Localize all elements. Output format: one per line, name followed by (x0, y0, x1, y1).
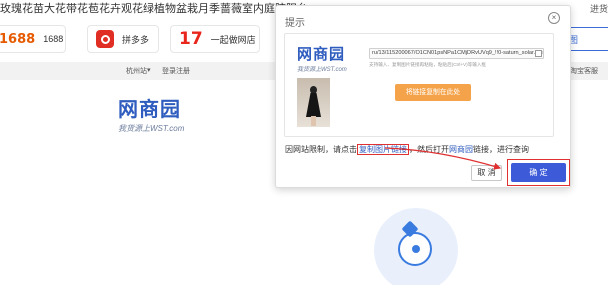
logo-1688: 1688 (0, 31, 36, 47)
url-value: ru/13/115200067/O1CN01psNPa1CMjDRvUVq9_!… (372, 50, 543, 56)
mascot-face (398, 232, 432, 266)
platform-17zwd[interactable]: 17 一起做网店 (170, 25, 260, 53)
panel-logo-tagline: 我货源上WST.com (297, 67, 347, 73)
copy-icon[interactable] (535, 50, 542, 57)
tip-dialog: 提示 × 网商园 我货源上WST.com ru/13/115200067/O1C… (275, 5, 571, 188)
mascot-eye (412, 245, 420, 253)
cancel-button[interactable]: 取 消 (471, 165, 502, 181)
hint-text: 支持输入、复制图片链接再粘贴，粘贴后(Ctrl+V)等输入框 (369, 62, 487, 67)
logo-tagline: 我货源上WST.com (118, 124, 185, 133)
page: 玫瑰花苗大花带花苞花卉观花绿植物盆栽月季蔷薇室内庭院阳台 进货 1688 168… (0, 0, 608, 285)
close-icon[interactable]: × (548, 12, 560, 24)
register-link[interactable]: 注册 (176, 66, 190, 76)
customer-service-link[interactable]: 淘宝客服 (570, 66, 598, 76)
platform-pinduoduo[interactable]: 拼多多 (87, 25, 159, 53)
wst-site-link[interactable]: 网商园 (449, 145, 473, 154)
right-tab[interactable]: 图 (565, 27, 608, 51)
paste-link-box[interactable]: 将链接复制在此处 (395, 84, 471, 101)
dialog-title: 提示 (285, 18, 305, 29)
platform-label: 一起做网店 (210, 34, 256, 45)
login-link[interactable]: 登录 (162, 66, 176, 76)
platform-label: 拼多多 (122, 34, 150, 45)
confirm-button[interactable]: 确 定 (511, 163, 566, 182)
instruction-text: 因网站限制，请点击 复制图片链接 ，然后打开网商园链接，进行查询 (285, 144, 529, 155)
image-url-field[interactable]: ru/13/115200067/O1CN01psNPa1CMjDRvUVq9_!… (369, 48, 544, 59)
product-thumbnail (297, 78, 330, 127)
instruction-suffix: 链接，进行查询 (473, 145, 529, 154)
city-selector[interactable]: 杭州站 (126, 66, 147, 76)
platform-1688[interactable]: 1688 1688 (0, 25, 66, 53)
confirm-highlight: 确 定 (507, 159, 570, 186)
panel-logo: 网商园 我货源上WST.com (297, 43, 347, 73)
top-right-tab[interactable]: 进货 (590, 2, 608, 15)
platform-label: 1688 (43, 34, 64, 44)
site-logo[interactable]: 网商园 我货源上WST.com (118, 93, 184, 134)
mascot-illustration (374, 208, 458, 285)
instruction-panel: 网商园 我货源上WST.com ru/13/115200067/O1CN01ps… (284, 33, 554, 137)
pinduoduo-icon (96, 30, 114, 48)
instruction-prefix: 因网站限制，请点击 (285, 145, 357, 154)
instruction-mid: ，然后打开 (409, 145, 449, 154)
page-title: 玫瑰花苗大花带花苞花卉观花绿植物盆栽月季蔷薇室内庭院阳台 (0, 3, 308, 15)
logo-text: 网商园 (118, 97, 181, 121)
panel-logo-text: 网商园 (297, 45, 346, 63)
logo-17: 17 (179, 29, 203, 49)
copy-image-link[interactable]: 复制图片链接 (357, 144, 409, 155)
chevron-down-icon[interactable]: ▾ (147, 66, 151, 74)
